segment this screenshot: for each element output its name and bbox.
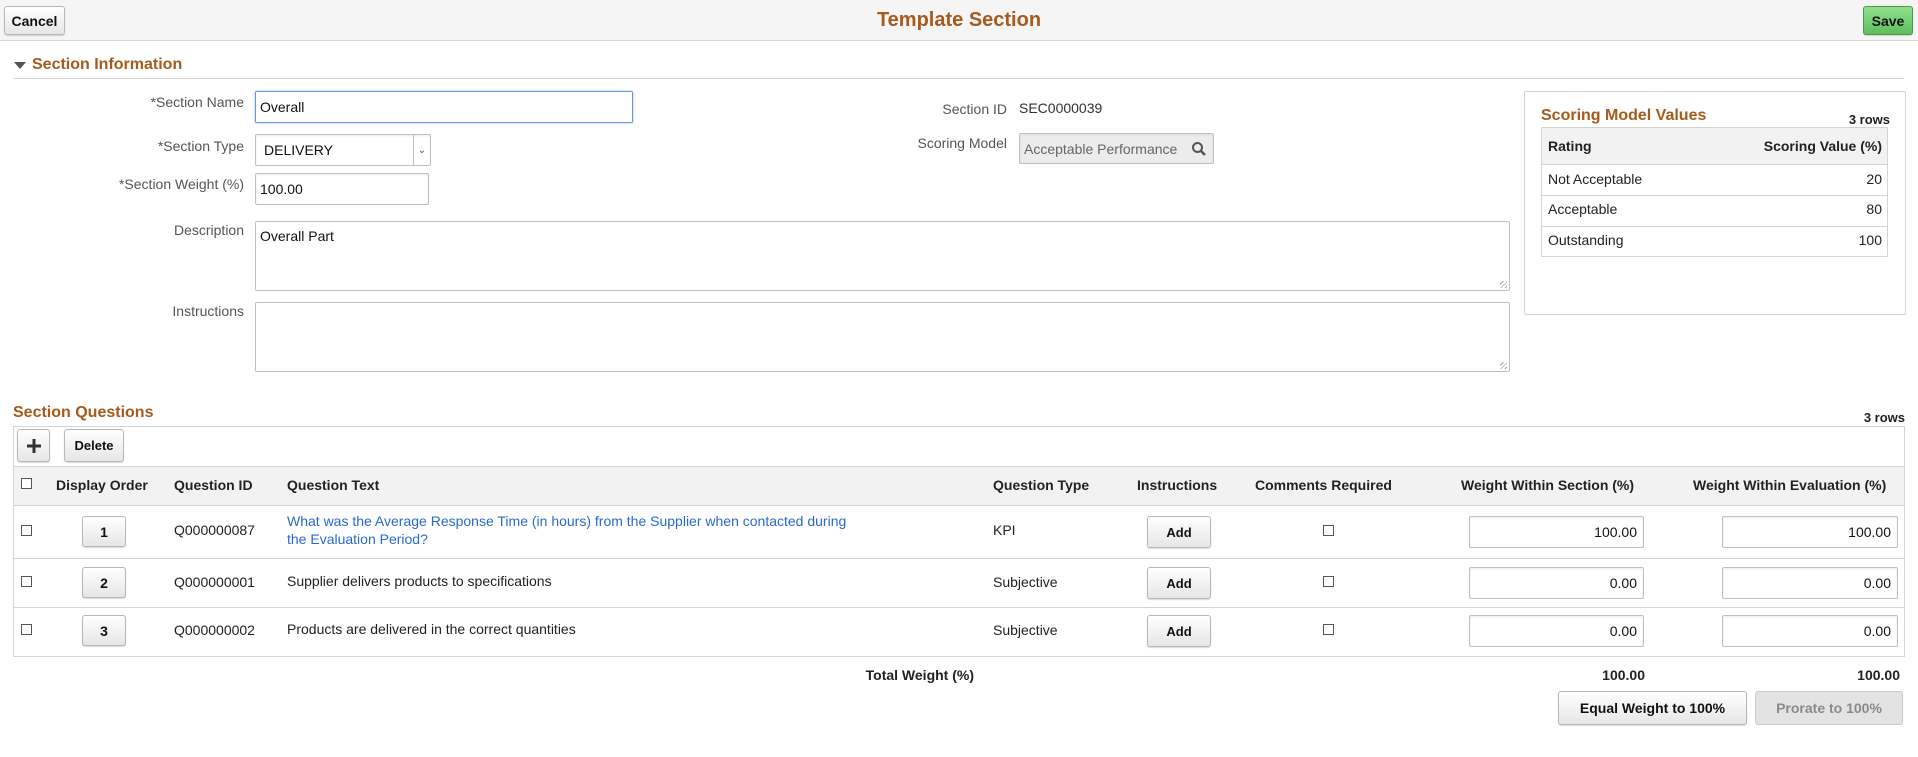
description-label: Description [173, 222, 244, 238]
triangle-down-icon [14, 61, 26, 69]
weight-section-input[interactable]: 100.00 [1469, 516, 1644, 548]
question-text: Supplier delivers products to specificat… [287, 573, 552, 589]
section-info-divider [14, 78, 1904, 79]
chevron-down-icon[interactable]: ⌄ [413, 135, 430, 165]
question-id: Q000000087 [174, 522, 255, 538]
rating-cell: Acceptable [1548, 201, 1618, 217]
scoring-model-field: Acceptable Performance [1019, 133, 1214, 164]
question-id: Q000000002 [174, 622, 255, 638]
add-instructions-button[interactable]: Add [1147, 516, 1211, 548]
add-instructions-button[interactable]: Add [1147, 567, 1211, 599]
row-divider [14, 558, 1904, 559]
score-cell: 100 [1858, 232, 1882, 248]
col-rating: Rating [1548, 138, 1592, 154]
score-cell: 80 [1866, 201, 1882, 217]
col-instructions: Instructions [1137, 477, 1218, 493]
section-type-select[interactable]: DELIVERY ⌄ [255, 134, 431, 166]
total-weight-label: Total Weight (%) [865, 667, 974, 683]
weight-evaluation-input[interactable]: 0.00 [1722, 567, 1898, 599]
col-weight-evaluation: Weight Within Evaluation (%) [1693, 477, 1887, 493]
page-title: Template Section [876, 9, 1042, 31]
weight-section-input[interactable]: 0.00 [1469, 615, 1644, 647]
total-weight-evaluation: 100.00 [1857, 667, 1900, 683]
prorate-button: Prorate to 100% [1755, 691, 1903, 725]
description-textarea[interactable]: Overall Part [255, 221, 1510, 291]
question-text-link[interactable]: What was the Average Response Time (in h… [287, 512, 927, 548]
resize-grip-icon[interactable] [1500, 281, 1507, 288]
section-name-label: *Section Name [150, 94, 244, 110]
display-order-button[interactable]: 1 [82, 516, 126, 547]
row-divider [1542, 226, 1887, 227]
col-weight-section: Weight Within Section (%) [1461, 477, 1635, 493]
description-text: Overall Part [260, 228, 334, 244]
question-text-line[interactable]: What was the Average Response Time (in h… [287, 512, 927, 530]
col-question-text: Question Text [287, 477, 380, 493]
rating-cell: Not Acceptable [1548, 171, 1643, 187]
question-text: Products are delivered in the correct qu… [287, 621, 576, 637]
section-type-value: DELIVERY [264, 142, 333, 158]
comments-required-checkbox[interactable] [1323, 525, 1334, 536]
instructions-textarea[interactable] [255, 302, 1510, 372]
row-divider [14, 607, 1904, 608]
row-divider [1542, 195, 1887, 196]
display-order-button[interactable]: 2 [82, 567, 126, 598]
rating-cell: Outstanding [1548, 232, 1624, 248]
equal-weight-button[interactable]: Equal Weight to 100% [1558, 691, 1747, 725]
scoring-values-heading: Scoring Model Values [1541, 107, 1707, 124]
col-question-id: Question ID [174, 477, 253, 493]
delete-button[interactable]: Delete [64, 429, 124, 462]
plus-icon [26, 438, 41, 453]
comments-required-checkbox[interactable] [1323, 576, 1334, 587]
add-row-button[interactable] [17, 429, 50, 462]
add-instructions-button[interactable]: Add [1147, 615, 1211, 647]
questions-row-count: 3 rows [1863, 410, 1905, 425]
resize-grip-icon[interactable] [1500, 362, 1507, 369]
display-order-button[interactable]: 3 [82, 615, 126, 646]
col-comments-required: Comments Required [1255, 477, 1392, 493]
section-weight-input[interactable]: 100.00 [255, 173, 429, 205]
section-type-label: *Section Type [157, 138, 244, 154]
scoring-model-label: Scoring Model [917, 135, 1008, 151]
instructions-label: Instructions [172, 303, 244, 319]
question-text-line[interactable]: the Evaluation Period? [287, 530, 927, 548]
comments-required-checkbox[interactable] [1323, 624, 1334, 635]
col-display-order: Display Order [56, 477, 148, 493]
scoring-model-value: Acceptable Performance [1024, 140, 1178, 157]
section-info-heading: Section Information [32, 56, 183, 73]
weight-section-input[interactable]: 0.00 [1469, 567, 1644, 599]
row-select-checkbox[interactable] [21, 525, 32, 536]
row-select-checkbox[interactable] [21, 624, 32, 635]
section-questions-heading: Section Questions [13, 404, 154, 421]
select-all-checkbox[interactable] [21, 478, 32, 489]
save-button[interactable]: Save [1863, 6, 1913, 35]
question-id: Q000000001 [174, 574, 255, 590]
question-type: Subjective [993, 574, 1058, 590]
section-info-toggle[interactable]: Section Information [14, 56, 182, 74]
question-type: KPI [993, 522, 1016, 538]
col-question-type: Question Type [993, 477, 1090, 493]
weight-evaluation-input[interactable]: 0.00 [1722, 615, 1898, 647]
col-scoring-value: Scoring Value (%) [1763, 138, 1882, 154]
total-weight-section: 100.00 [1602, 667, 1645, 683]
search-icon[interactable] [1191, 141, 1207, 157]
scoring-values-row-count: 3 rows [1848, 112, 1890, 127]
section-id-value: SEC0000039 [1019, 100, 1103, 116]
section-name-input[interactable]: Overall [255, 91, 633, 123]
row-select-checkbox[interactable] [21, 576, 32, 587]
section-id-label: Section ID [942, 101, 1007, 117]
score-cell: 20 [1866, 171, 1882, 187]
question-type: Subjective [993, 622, 1058, 638]
section-weight-label: *Section Weight (%) [118, 176, 244, 192]
weight-evaluation-input[interactable]: 100.00 [1722, 516, 1898, 548]
